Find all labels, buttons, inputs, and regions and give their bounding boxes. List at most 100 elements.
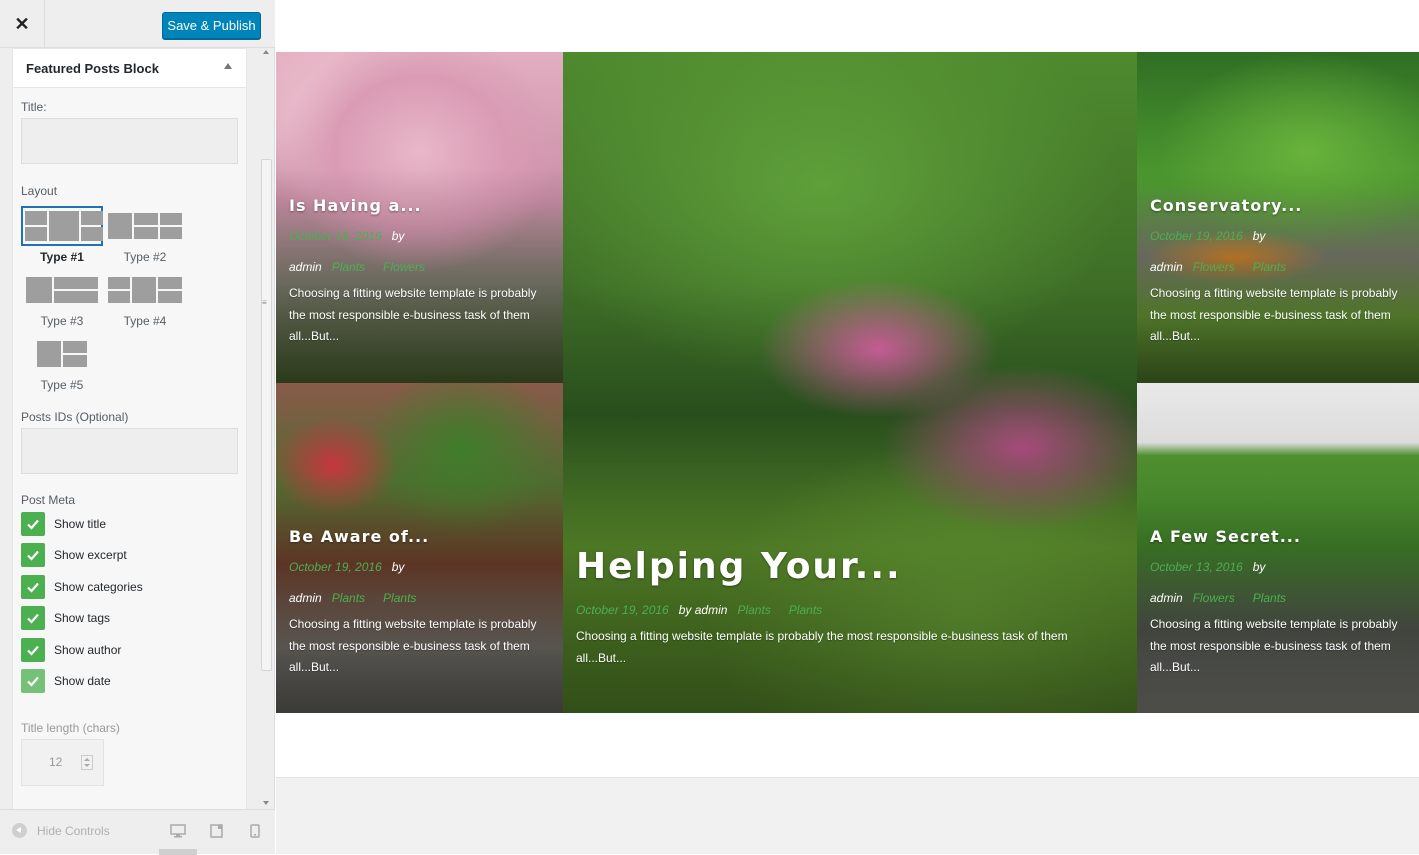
layout-type-4-label: Type #4 — [123, 314, 167, 328]
post-meta: October 19, 2016 by admin Plants Flowers — [289, 221, 551, 283]
title-label: Title: — [21, 100, 47, 114]
active-device-indicator — [159, 849, 197, 855]
post-category[interactable]: Plants — [332, 591, 365, 605]
post-date[interactable]: October 19, 2016 — [576, 603, 669, 617]
widget-header[interactable]: Featured Posts Block — [13, 49, 246, 88]
layout-type-3-thumb-icon — [21, 270, 103, 310]
post-meta: October 19, 2016 by admin Flowers Plants — [1150, 221, 1407, 283]
post-card-featured[interactable]: Helping Your... October 19, 2016 by admin… — [563, 52, 1137, 713]
show-date-checkbox[interactable]: Show date — [21, 669, 111, 693]
mobile-preview-icon[interactable] — [250, 824, 260, 838]
post-meta: October 13, 2016 by admin Flowers Plants — [1150, 552, 1407, 614]
checkmark-icon — [21, 575, 45, 599]
post-title[interactable]: Be Aware of... — [289, 527, 551, 546]
post-content: Is Having a... October 19, 2016 by admin P… — [289, 196, 551, 348]
post-excerpt: Choosing a fitting website template is p… — [1150, 286, 1398, 343]
layout-type-5-thumb-icon — [21, 334, 103, 374]
show-title-checkbox[interactable]: Show title — [21, 512, 106, 536]
post-date[interactable]: October 19, 2016 — [289, 229, 382, 243]
checkmark-icon — [21, 638, 45, 662]
post-title[interactable]: A Few Secret... — [1150, 527, 1407, 546]
checkmark-icon — [21, 543, 45, 567]
hide-controls-button[interactable]: Hide Controls — [12, 823, 110, 838]
checkmark-icon — [21, 512, 45, 536]
post-category[interactable]: Plants — [737, 603, 770, 617]
preview-footer-area — [276, 777, 1419, 854]
post-card[interactable]: Conservatory... October 19, 2016 by admin… — [1137, 52, 1419, 383]
post-author[interactable]: by admin — [679, 603, 728, 617]
hide-controls-label: Hide Controls — [37, 823, 110, 838]
post-category[interactable]: Plants — [332, 260, 365, 274]
scrollbar-thumb[interactable] — [261, 159, 272, 671]
show-excerpt-label: Show excerpt — [54, 548, 127, 562]
scroll-down-icon[interactable] — [263, 801, 269, 805]
post-category[interactable]: Flowers — [1193, 591, 1235, 605]
post-card[interactable]: A Few Secret... October 13, 2016 by admin… — [1137, 383, 1419, 713]
widget-body: Title: Layout Type #1 Type #2 Type #3 Ty… — [13, 88, 246, 809]
post-meta-label: Post Meta — [21, 493, 76, 507]
post-card[interactable]: Is Having a... October 19, 2016 by admin P… — [276, 52, 563, 383]
post-category[interactable]: Plants — [789, 603, 822, 617]
show-author-checkbox[interactable]: Show author — [21, 638, 121, 662]
show-categories-checkbox[interactable]: Show categories — [21, 575, 143, 599]
show-title-label: Show title — [54, 517, 107, 531]
customizer-footer: Hide Controls — [0, 809, 275, 855]
post-date[interactable]: October 19, 2016 — [289, 560, 382, 574]
customizer-sidebar: ✕ Save & Publish Featured Posts Block Ti… — [0, 0, 275, 855]
title-length-stepper[interactable]: 12 — [21, 739, 104, 786]
desktop-preview-icon[interactable] — [170, 824, 186, 838]
post-category[interactable]: Flowers — [383, 260, 425, 274]
post-meta: October 19, 2016 by admin Plants Plants — [289, 552, 551, 614]
post-title[interactable]: Is Having a... — [289, 196, 551, 215]
title-input[interactable] — [21, 118, 238, 164]
post-date[interactable]: October 19, 2016 — [1150, 229, 1243, 243]
posts-ids-input[interactable] — [21, 428, 238, 474]
collapse-arrow-icon[interactable] — [224, 63, 232, 69]
layout-type-5-label: Type #5 — [40, 378, 84, 392]
title-length-value: 12 — [49, 755, 63, 769]
layout-type-1-thumb-icon — [21, 206, 103, 246]
layout-type-2-thumb-icon — [104, 206, 186, 246]
layout-type-2[interactable]: Type #2 — [104, 206, 186, 264]
post-title[interactable]: Conservatory... — [1150, 196, 1407, 215]
layout-type-1[interactable]: Type #1 — [21, 206, 103, 264]
show-date-label: Show date — [54, 674, 111, 688]
post-category[interactable]: Plants — [383, 591, 416, 605]
checkmark-icon — [21, 606, 45, 630]
collapse-left-icon — [12, 823, 27, 838]
post-category[interactable]: Plants — [1253, 591, 1286, 605]
title-length-label: Title length (chars) — [21, 721, 120, 735]
layout-type-3[interactable]: Type #3 — [21, 270, 103, 328]
tablet-preview-icon[interactable] — [210, 824, 223, 838]
featured-posts-widget: Featured Posts Block Title: Layout Type … — [12, 48, 247, 809]
controls-panel[interactable]: Featured Posts Block Title: Layout Type … — [0, 48, 275, 809]
show-categories-label: Show categories — [54, 580, 143, 594]
post-category[interactable]: Plants — [1253, 260, 1286, 274]
site-preview: Is Having a... October 19, 2016 by admin P… — [276, 0, 1419, 854]
layout-type-1-label: Type #1 — [40, 250, 84, 264]
show-author-label: Show author — [54, 643, 122, 657]
post-content: Conservatory... October 19, 2016 by admin… — [1150, 196, 1407, 348]
post-category[interactable]: Flowers — [1193, 260, 1235, 274]
layout-type-5[interactable]: Type #5 — [21, 334, 103, 392]
post-excerpt: Choosing a fitting website template is p… — [1150, 617, 1398, 674]
show-tags-label: Show tags — [54, 611, 111, 625]
close-icon[interactable]: ✕ — [0, 0, 45, 48]
layout-type-2-label: Type #2 — [123, 250, 167, 264]
post-excerpt: Choosing a fitting website template is p… — [576, 629, 1068, 665]
layout-label: Layout — [21, 184, 58, 198]
show-excerpt-checkbox[interactable]: Show excerpt — [21, 543, 127, 567]
show-tags-checkbox[interactable]: Show tags — [21, 606, 110, 630]
panel-scrollbar[interactable]: ≡ — [259, 48, 275, 809]
save-publish-button[interactable]: Save & Publish — [162, 12, 261, 39]
stepper-arrows-icon[interactable] — [81, 755, 93, 770]
posts-ids-label: Posts IDs (Optional) — [21, 410, 129, 424]
scroll-up-icon[interactable] — [263, 50, 269, 54]
scroll-grip-icon: ≡ — [262, 298, 267, 307]
post-title[interactable]: Helping Your... — [576, 546, 1125, 587]
checkmark-icon — [21, 669, 45, 693]
post-date[interactable]: October 13, 2016 — [1150, 560, 1243, 574]
layout-type-4-thumb-icon — [104, 270, 186, 310]
post-card[interactable]: Be Aware of... October 19, 2016 by admin P… — [276, 383, 563, 713]
layout-type-4[interactable]: Type #4 — [104, 270, 186, 328]
